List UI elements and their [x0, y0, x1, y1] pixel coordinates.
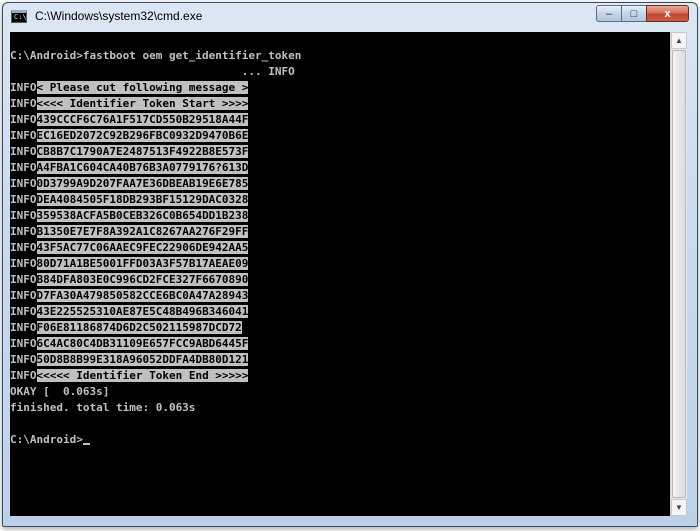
- token-line-prefix: INFO: [10, 337, 37, 350]
- token-line-text: 6C4AC80C4DB31109E657FCC9ABD6445F: [36, 337, 249, 350]
- token-line-prefix: INFO: [10, 177, 37, 190]
- token-line-text: 80D71A1BE5001FFD03A3F57B17AEAE09: [36, 257, 249, 270]
- token-line-text: <<<<< Identifier Token End >>>>>: [36, 369, 249, 382]
- token-line-prefix: INFO: [10, 321, 37, 334]
- token-line: INFO<<<< Identifier Token Start >>>>: [10, 96, 249, 112]
- token-line-prefix: INFO: [10, 257, 37, 270]
- minimize-button[interactable]: –: [596, 5, 622, 22]
- token-line-prefix: INFO: [10, 225, 37, 238]
- token-line: INFOEC16ED2072C92B296FBC0932D9470B6E: [10, 128, 249, 144]
- token-line-text: F06E81186874D6D2C502115987DCD72: [36, 321, 242, 334]
- token-line: INFO43F5AC77C06AAEC9FEC22906DE942AA5: [10, 240, 249, 256]
- token-line-prefix: INFO: [10, 369, 37, 382]
- token-line-prefix: INFO: [10, 289, 37, 302]
- token-line-text: DEA4084505F18DB293BF15129DAC0328: [36, 193, 249, 206]
- token-line-text: A4FBA1C604CA40B76B3A0779176?613D: [36, 161, 249, 174]
- token-line: INFO6C4AC80C4DB31109E657FCC9ABD6445F: [10, 336, 249, 352]
- token-line: INFOF06E81186874D6D2C502115987DCD72: [10, 320, 242, 336]
- token-line: INFOA4FBA1C604CA40B76B3A0779176?613D: [10, 160, 249, 176]
- token-line: INFO50D8B8B99E318A96052DDFA4DB80D121: [10, 352, 249, 368]
- cut-message-line: INFO< Please cut following message >: [10, 80, 249, 96]
- token-line: INFO<<<<< Identifier Token End >>>>>: [10, 368, 249, 384]
- token-line: INFO0D3799A9D207FAA7E36DBEAB19E6E785: [10, 176, 249, 192]
- window-title: C:\Windows\system32\cmd.exe: [35, 9, 203, 23]
- finished-line: finished. total time: 0.063s: [10, 401, 196, 414]
- cut-message: < Please cut following message >: [36, 81, 249, 94]
- title-bar[interactable]: C:\ C:\Windows\system32\cmd.exe – □ x: [3, 3, 697, 31]
- token-line: INFO439CCCF6C76A1F517CD550B29518A44F: [10, 112, 249, 128]
- token-line-prefix: INFO: [10, 145, 37, 158]
- token-line-text: 43E225525310AE87E5C48B496B346041: [36, 305, 249, 318]
- cmd-icon[interactable]: C:\: [11, 10, 27, 23]
- cut-prefix: INFO: [10, 81, 37, 94]
- token-line: INFO43E225525310AE87E5C48B496B346041: [10, 304, 249, 320]
- cmd-icon-glyph: C:\: [14, 13, 27, 21]
- token-line: INFODEA4084505F18DB293BF15129DAC0328: [10, 192, 249, 208]
- token-line: INFOB84DFA803E0C996CD2FCE327F6670890: [10, 272, 249, 288]
- window-controls: – □ x: [596, 5, 689, 23]
- token-line-text: B84DFA803E0C996CD2FCE327F6670890: [36, 273, 249, 286]
- scrollbar-thumb[interactable]: [672, 50, 686, 498]
- close-button[interactable]: x: [646, 5, 689, 22]
- info-tag-line: ... INFO: [10, 65, 295, 78]
- token-line: INFOCB8B7C1790A7E2487513F4922B8E573F: [10, 144, 249, 160]
- token-line-prefix: INFO: [10, 241, 37, 254]
- token-line-prefix: INFO: [10, 209, 37, 222]
- token-line-text: B1350E7E7F8A392A1C8267AA276F29FF: [36, 225, 249, 238]
- scroll-down-arrow-icon[interactable]: ▼: [671, 499, 687, 516]
- token-line: INFOD7FA30A479850582CCE6BC0A47A28943: [10, 288, 249, 304]
- token-line-text: 43F5AC77C06AAEC9FEC22906DE942AA5: [36, 241, 249, 254]
- cmd-window: C:\ C:\Windows\system32\cmd.exe – □ x C:…: [2, 2, 698, 527]
- token-line-prefix: INFO: [10, 129, 37, 142]
- token-line: INFOB1350E7E7F8A392A1C8267AA276F29FF: [10, 224, 249, 240]
- token-line-prefix: INFO: [10, 97, 37, 110]
- token-line-prefix: INFO: [10, 161, 37, 174]
- token-line-prefix: INFO: [10, 353, 37, 366]
- token-line-prefix: INFO: [10, 193, 37, 206]
- scroll-up-arrow-icon[interactable]: ▲: [671, 32, 687, 49]
- token-line: INFO359538ACFA5B0CEB326C0B654DD1B238: [10, 208, 249, 224]
- final-prompt: C:\Android>: [10, 433, 83, 446]
- text-cursor: [82, 443, 90, 445]
- vertical-scrollbar[interactable]: ▲ ▼: [670, 32, 687, 516]
- token-line-prefix: INFO: [10, 273, 37, 286]
- token-line-text: EC16ED2072C92B296FBC0932D9470B6E: [36, 129, 249, 142]
- token-line: INFO80D71A1BE5001FFD03A3F57B17AEAE09: [10, 256, 249, 272]
- token-line-text: 0D3799A9D207FAA7E36DBEAB19E6E785: [36, 177, 249, 190]
- command-line: C:\Android>fastboot oem get_identifier_t…: [10, 49, 302, 62]
- okay-line: OKAY [ 0.063s]: [10, 385, 110, 398]
- token-line-text: 359538ACFA5B0CEB326C0B654DD1B238: [36, 209, 249, 222]
- final-prompt-line: C:\Android>: [10, 432, 90, 448]
- token-line-prefix: INFO: [10, 305, 37, 318]
- token-line-text: 50D8B8B99E318A96052DDFA4DB80D121: [36, 353, 249, 366]
- token-line-text: D7FA30A479850582CCE6BC0A47A28943: [36, 289, 249, 302]
- token-line-prefix: INFO: [10, 113, 37, 126]
- console-output[interactable]: C:\Android>fastboot oem get_identifier_t…: [10, 32, 670, 516]
- token-line-text: CB8B7C1790A7E2487513F4922B8E573F: [36, 145, 249, 158]
- token-line-text: 439CCCF6C76A1F517CD550B29518A44F: [36, 113, 249, 126]
- token-line-text: <<<< Identifier Token Start >>>>: [36, 97, 249, 110]
- maximize-button[interactable]: □: [621, 5, 647, 22]
